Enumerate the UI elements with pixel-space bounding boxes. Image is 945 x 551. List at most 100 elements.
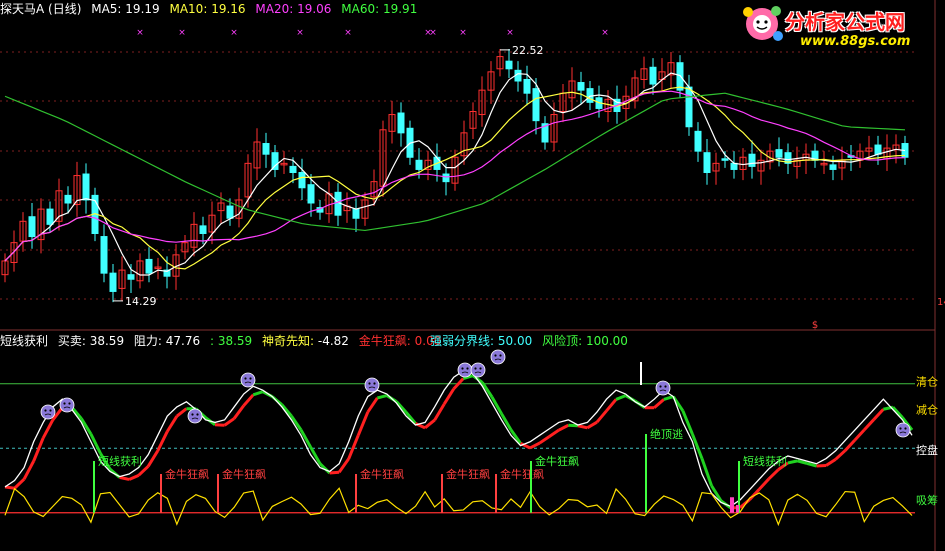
face-eye <box>466 367 469 370</box>
face-eye <box>499 354 502 357</box>
face-eye <box>63 402 66 405</box>
candle-body <box>289 165 297 173</box>
face-eye <box>479 367 482 370</box>
ma20-readout: MA20: 19.06 <box>255 2 332 16</box>
candle-body <box>685 86 693 128</box>
risk-readout: 风险顶: 100.00 <box>542 334 628 348</box>
zone-label-1: 减仓 <box>916 403 938 417</box>
ma20-line <box>4 90 906 262</box>
shenqi-readout: 神奇先知: -4.82 <box>262 334 349 348</box>
candle-body <box>415 159 423 170</box>
logo-text: 分析家公式网 <box>785 10 905 34</box>
annotation-8: 绝顶逃 <box>650 427 683 441</box>
strength-segment <box>128 473 140 481</box>
face-eye <box>664 385 667 388</box>
upper-title: 探天马A (日线) <box>0 2 82 16</box>
candle-body <box>298 172 306 189</box>
candle-body <box>874 144 882 155</box>
signal-x-mark: × <box>459 28 467 38</box>
strength-segment <box>872 408 885 421</box>
candle-body <box>46 208 54 225</box>
face-icon <box>40 404 56 420</box>
annotation-9: 短线获利 <box>743 454 787 468</box>
strength-segment <box>577 424 588 430</box>
strength-segment <box>758 477 770 491</box>
strength-segment <box>767 468 780 481</box>
annotation-2: 金牛狂飙 <box>222 467 266 481</box>
signal-x-mark: × <box>230 28 238 38</box>
candle-body <box>271 152 279 170</box>
candle-body <box>145 258 153 274</box>
strength-segment <box>748 488 761 501</box>
ma10-readout: MA10: 19.16 <box>169 2 246 16</box>
stock-chart: 1422.5214.29××××××××××$清仓减仓控盘吸筹短线获利金牛狂飙金… <box>0 0 945 551</box>
strength-segment <box>223 417 235 427</box>
strength-segment <box>605 398 618 412</box>
face-eye <box>68 402 71 405</box>
signal-x-mark: × <box>178 28 186 38</box>
strength-segment <box>13 478 26 490</box>
strength-segment <box>834 449 847 461</box>
strength-segment <box>175 407 188 418</box>
candle-body <box>829 164 837 170</box>
ma5-readout: MA5: 19.19 <box>91 2 160 16</box>
buy-sell-line <box>4 370 913 508</box>
qiangruo-readout: 强弱分界线: 50.00 <box>430 334 533 348</box>
low-label: 14.29 <box>125 295 157 308</box>
strength-segment <box>119 475 130 481</box>
candle-body <box>748 153 756 167</box>
strength-segment <box>853 428 866 442</box>
face-icon <box>895 422 911 438</box>
strength-segment <box>4 485 15 490</box>
strength-segment <box>242 393 255 407</box>
strength-segment <box>329 470 340 475</box>
strength-segment <box>863 418 875 431</box>
face-eye <box>196 413 199 416</box>
candle-body <box>226 205 234 219</box>
face-icon <box>470 362 486 378</box>
candle-body <box>505 60 513 70</box>
candle-body <box>82 173 90 201</box>
face-eye <box>461 367 464 370</box>
candle-body <box>775 149 783 158</box>
strength-segment <box>844 439 856 452</box>
strength-segment <box>252 390 264 397</box>
strength-segment <box>41 419 55 439</box>
annotation-4: 金牛狂飙 <box>446 467 490 481</box>
lower-title: 短线获利 <box>0 334 49 348</box>
upper-header: 探天马A (日线) MA5: 19.19 MA10: 19.16 MA20: 1… <box>0 2 423 16</box>
jinniu-readout: 金牛狂飙: 0.00 <box>358 334 442 348</box>
magenta-bar <box>736 505 739 513</box>
face-eye <box>249 377 252 380</box>
candle-body <box>523 78 531 94</box>
strength-segment <box>356 411 370 436</box>
candle-body <box>100 236 108 274</box>
face-icon <box>187 408 203 424</box>
face-icon <box>457 362 473 378</box>
strength-segment <box>681 410 694 435</box>
candle-body <box>703 152 711 174</box>
logo-url: www.88gs.com <box>800 34 911 49</box>
face-eye <box>244 377 247 380</box>
strength-segment <box>376 394 388 400</box>
strength-segment <box>232 404 245 420</box>
annotation-0: 短线获利 <box>98 454 142 468</box>
strength-segment <box>548 428 560 438</box>
candle-body <box>721 158 729 161</box>
strength-segment <box>366 397 379 413</box>
signal-x-mark: × <box>601 28 609 38</box>
site-logo: 分析家公式网 www.88gs.com <box>740 2 945 54</box>
lower-header: 短线获利 买卖: 38.59 阻力: 47.76 : 38.59 神奇先知: -… <box>0 334 447 348</box>
candle-body <box>199 225 207 234</box>
strength-segment <box>816 464 827 468</box>
strength-segment <box>787 459 798 465</box>
annotation-3: 金牛狂飙 <box>360 467 404 481</box>
face-eye <box>191 413 194 416</box>
signal-x-mark: × <box>429 28 437 38</box>
candle-body <box>694 130 702 152</box>
magenta-bar <box>730 497 734 513</box>
strength-segment <box>595 409 608 424</box>
candle-body <box>442 173 450 183</box>
face-eye <box>44 409 47 412</box>
face-icon <box>59 397 75 413</box>
